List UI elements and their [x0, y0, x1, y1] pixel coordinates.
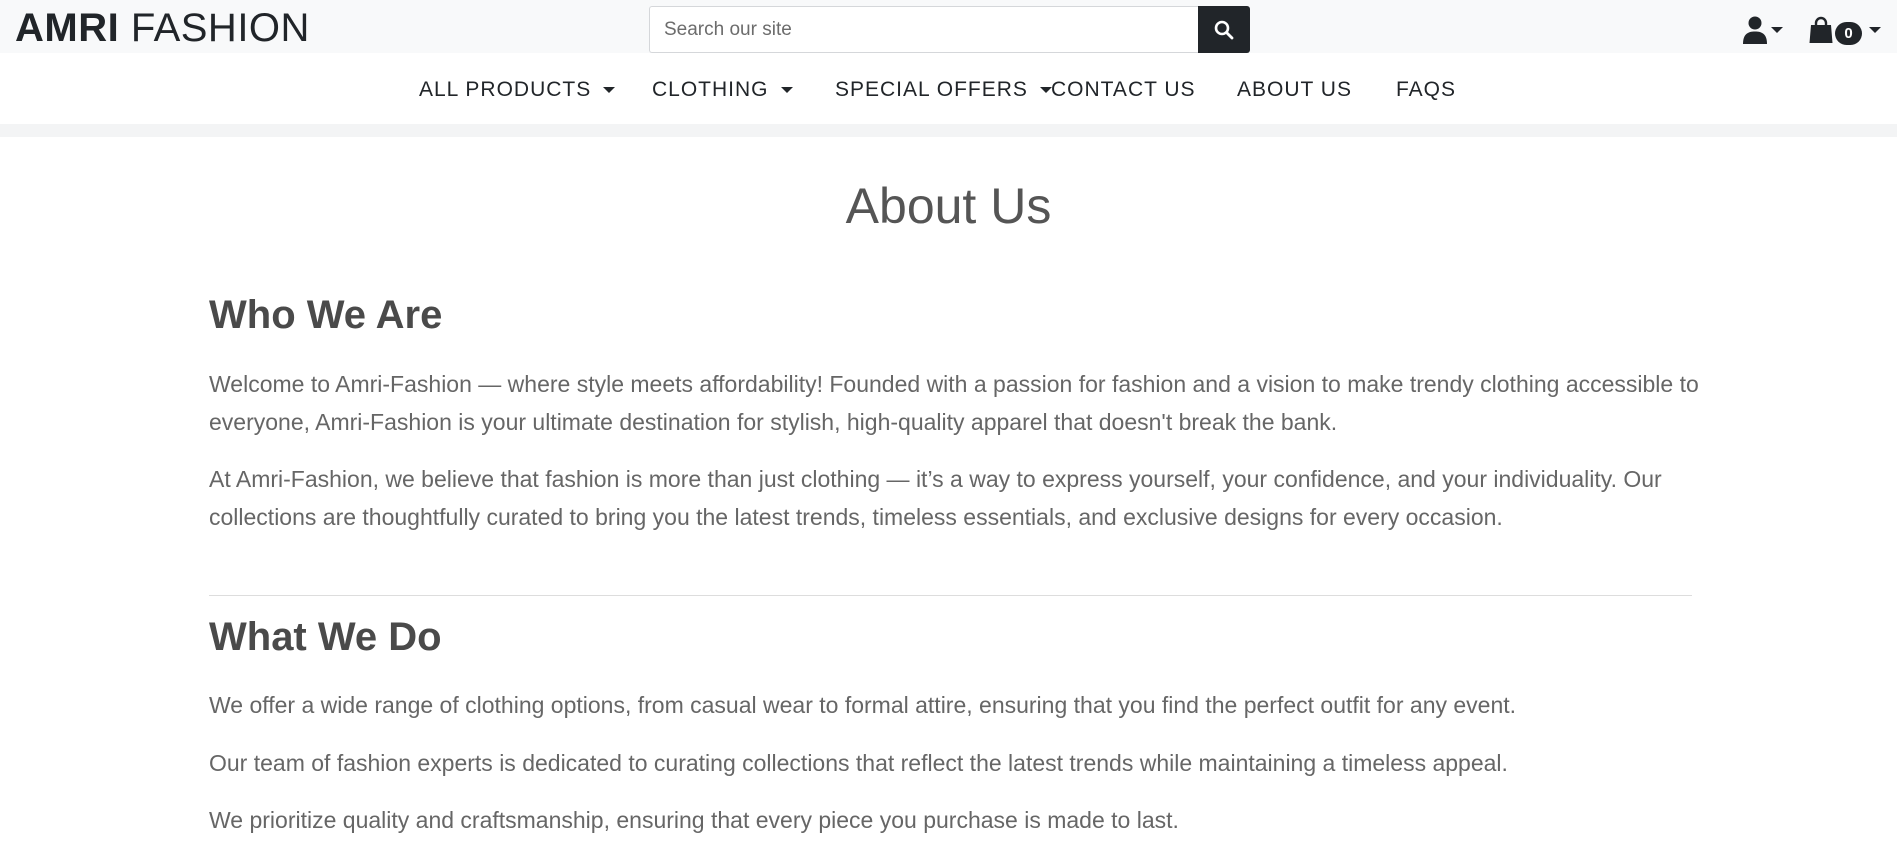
- nav-item-label: ALL PRODUCTS: [419, 78, 592, 101]
- shopping-bag-icon: [1809, 16, 1833, 43]
- page-title: About Us: [845, 178, 1052, 234]
- paragraph: We prioritize quality and craftsmanship,…: [209, 807, 1179, 833]
- nav-item-label: SPECIAL OFFERS: [835, 78, 1028, 101]
- nav-item-all-products[interactable]: ALL PRODUCTS: [419, 77, 616, 103]
- search-button[interactable]: [1198, 6, 1250, 53]
- account-menu-toggle[interactable]: [1743, 15, 1783, 45]
- nav-item-label: ABOUT US: [1237, 78, 1352, 101]
- nav-item-label: CONTACT US: [1051, 78, 1196, 101]
- nav-item-label: CLOTHING: [652, 78, 769, 101]
- paragraph: Welcome to Amri-Fashion — where style me…: [209, 371, 1699, 435]
- caret-down-icon: [780, 87, 793, 93]
- section-heading-who-we-are: Who We Are: [209, 293, 443, 337]
- paragraph: We offer a wide range of clothing option…: [209, 692, 1517, 718]
- top-bar: AMRI FASHION 0: [0, 0, 1897, 53]
- nav-item-special-offers[interactable]: SPECIAL OFFERS: [835, 77, 1052, 103]
- nav-item-about-us[interactable]: ABOUT US: [1237, 77, 1352, 103]
- caret-down-icon: [1869, 27, 1881, 33]
- search-form: [649, 6, 1250, 53]
- caret-down-icon: [603, 87, 616, 93]
- nav-item-clothing[interactable]: CLOTHING: [652, 77, 793, 103]
- user-icon: [1743, 16, 1767, 44]
- search-input[interactable]: [649, 6, 1199, 53]
- cart-menu-toggle[interactable]: 0: [1809, 14, 1881, 46]
- paragraph: Our team of fashion experts is dedicated…: [209, 750, 1508, 776]
- nav-divider: [0, 124, 1897, 137]
- brand-logo[interactable]: AMRI FASHION: [15, 6, 310, 50]
- section-divider: [209, 595, 1692, 596]
- nav-item-label: FAQS: [1396, 78, 1457, 101]
- main-nav: ALL PRODUCTS CLOTHING SPECIAL OFFERS CON…: [0, 53, 1897, 124]
- search-icon: [1214, 20, 1234, 39]
- section-heading-what-we-do: What We Do: [209, 615, 442, 659]
- brand-name-light: FASHION: [130, 6, 310, 50]
- nav-item-faqs[interactable]: FAQS: [1396, 77, 1456, 103]
- cart-count-badge: 0: [1835, 21, 1862, 45]
- caret-down-icon: [1771, 27, 1783, 33]
- brand-name-bold: AMRI: [15, 6, 120, 50]
- paragraph: At Amri-Fashion, we believe that fashion…: [209, 466, 1662, 530]
- nav-item-contact-us[interactable]: CONTACT US: [1051, 77, 1196, 103]
